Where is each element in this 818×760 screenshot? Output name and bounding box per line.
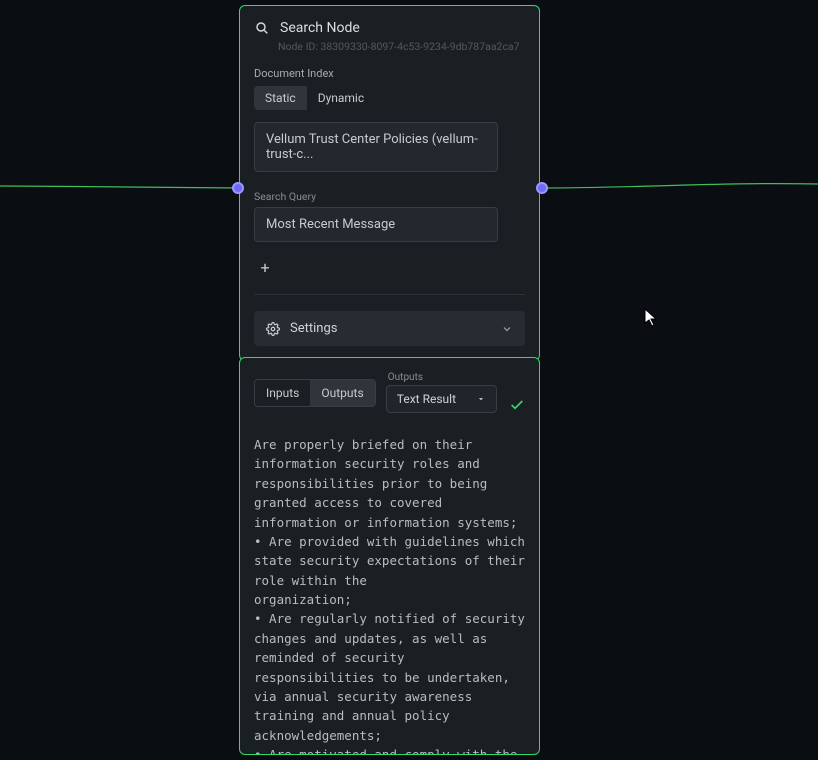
check-icon — [509, 397, 525, 413]
io-tabs: Inputs Outputs — [254, 379, 376, 407]
search-query-label: Search Query — [254, 190, 525, 203]
output-select[interactable]: Text Result — [386, 385, 497, 413]
caret-down-icon — [476, 394, 486, 404]
edge-left — [0, 170, 240, 210]
document-index-select[interactable]: Vellum Trust Center Policies (vellum-tru… — [254, 122, 498, 172]
workflow-canvas[interactable]: Search Node Node ID: 38309330-8097-4c53-… — [0, 0, 818, 760]
chevron-down-icon — [501, 323, 513, 335]
plus-icon: + — [260, 258, 269, 277]
settings-label: Settings — [290, 321, 337, 336]
add-input-button[interactable]: + — [254, 256, 276, 278]
edge-right — [540, 170, 818, 210]
mouse-cursor — [644, 308, 660, 332]
output-port[interactable] — [536, 182, 548, 194]
document-index-label: Document Index — [254, 67, 525, 80]
gear-icon — [266, 322, 280, 336]
tab-static[interactable]: Static — [254, 86, 307, 110]
tab-inputs[interactable]: Inputs — [255, 380, 310, 406]
node-id: Node ID: 38309330-8097-4c53-9234-9db787a… — [278, 40, 525, 53]
results-panel: Inputs Outputs Outputs Text Result — [239, 357, 540, 755]
index-mode-tabs: Static Dynamic — [254, 86, 375, 110]
node-title: Search Node — [280, 20, 360, 36]
tab-dynamic[interactable]: Dynamic — [307, 86, 375, 110]
divider — [254, 294, 525, 295]
settings-toggle[interactable]: Settings — [254, 311, 525, 346]
search-query-input[interactable]: Most Recent Message — [254, 207, 498, 242]
search-node-panel: Search Node Node ID: 38309330-8097-4c53-… — [239, 5, 540, 361]
output-text: Are properly briefed on their informatio… — [254, 435, 525, 755]
node-title-row: Search Node — [254, 20, 525, 36]
outputs-label: Outputs — [388, 372, 497, 383]
tab-outputs[interactable]: Outputs — [310, 380, 374, 406]
output-select-value: Text Result — [397, 392, 456, 406]
input-port[interactable] — [232, 182, 244, 194]
search-icon — [254, 20, 270, 36]
